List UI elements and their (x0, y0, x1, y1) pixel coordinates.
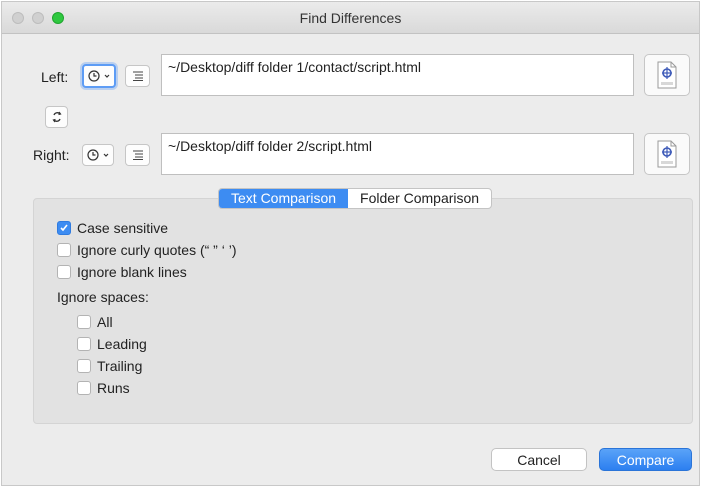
spaces-all-option[interactable]: All (77, 314, 113, 330)
comparison-mode-tabs: Text Comparison Folder Comparison (218, 188, 493, 209)
ignore-blank-lines-label: Ignore blank lines (77, 264, 187, 280)
spaces-leading-checkbox[interactable] (77, 337, 91, 351)
list-icon (132, 150, 143, 160)
right-recent-button[interactable] (82, 144, 114, 166)
right-path-field[interactable]: ~/Desktop/diff folder 2/script.html (161, 133, 634, 175)
spaces-leading-option[interactable]: Leading (77, 336, 147, 352)
right-list-button[interactable] (125, 144, 150, 166)
find-differences-window: Find Differences Left: ~/Desktop/diff fo… (1, 1, 700, 486)
clock-icon (86, 149, 99, 161)
cancel-button[interactable]: Cancel (491, 448, 587, 471)
case-sensitive-checkbox[interactable] (57, 221, 71, 235)
title-bar: Find Differences (2, 2, 699, 34)
window-title: Find Differences (299, 10, 402, 26)
compare-button[interactable]: Compare (599, 448, 692, 471)
right-label: Right: (33, 147, 70, 163)
right-choose-file-button[interactable] (644, 133, 690, 175)
ignore-curly-quotes-option[interactable]: Ignore curly quotes (“ ” ‘ ’) (57, 242, 237, 258)
text-document-icon (657, 140, 677, 168)
left-choose-file-button[interactable] (644, 54, 690, 96)
spaces-leading-label: Leading (97, 336, 147, 352)
chevron-down-icon (103, 153, 108, 157)
swap-button[interactable] (45, 106, 68, 128)
ignore-curly-quotes-checkbox[interactable] (57, 243, 71, 257)
tab-folder-comparison[interactable]: Folder Comparison (348, 189, 491, 208)
spaces-all-checkbox[interactable] (77, 315, 91, 329)
ignore-spaces-heading: Ignore spaces: (57, 289, 149, 305)
spaces-trailing-label: Trailing (97, 358, 143, 374)
left-list-button[interactable] (125, 65, 150, 87)
case-sensitive-option[interactable]: Case sensitive (57, 220, 168, 236)
ignore-blank-lines-option[interactable]: Ignore blank lines (57, 264, 187, 280)
spaces-runs-label: Runs (97, 380, 130, 396)
spaces-trailing-checkbox[interactable] (77, 359, 91, 373)
text-document-icon (657, 61, 677, 89)
list-icon (132, 71, 143, 81)
swap-arrows-icon (51, 111, 62, 123)
checkmark-icon (60, 224, 68, 232)
ignore-blank-lines-checkbox[interactable] (57, 265, 71, 279)
spaces-runs-checkbox[interactable] (77, 381, 91, 395)
chevron-down-icon (104, 74, 109, 78)
left-recent-button[interactable] (82, 64, 116, 88)
ignore-curly-quotes-label: Ignore curly quotes (“ ” ‘ ’) (77, 242, 237, 258)
left-path-field[interactable]: ~/Desktop/diff folder 1/contact/script.h… (161, 54, 634, 96)
spaces-trailing-option[interactable]: Trailing (77, 358, 142, 374)
left-label: Left: (41, 69, 69, 85)
tab-text-comparison[interactable]: Text Comparison (219, 189, 349, 208)
spaces-runs-option[interactable]: Runs (77, 380, 130, 396)
spaces-all-label: All (97, 314, 113, 330)
case-sensitive-label: Case sensitive (77, 220, 169, 236)
clock-icon (87, 70, 100, 82)
